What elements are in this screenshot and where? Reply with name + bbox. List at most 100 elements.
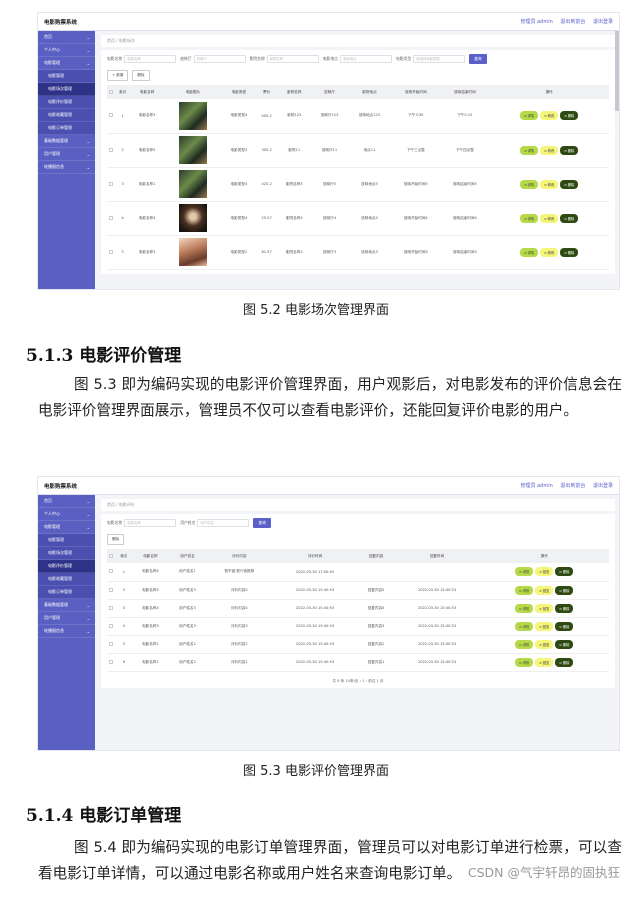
add-button[interactable]: + 新增 <box>107 70 129 81</box>
edit-button[interactable]: ⊙ 回复 <box>535 585 554 595</box>
view-button[interactable]: ⊙ 详情 <box>520 179 539 189</box>
search-button[interactable]: 查询 <box>469 54 487 64</box>
edit-button[interactable]: ⊙ 回复 <box>535 639 554 649</box>
checkbox[interactable] <box>109 569 114 574</box>
sidebar-item[interactable]: 电影管理 ⌄ <box>38 57 95 70</box>
sidebar-item[interactable]: 电影订单管理 <box>38 122 95 135</box>
sidebar-item[interactable]: 轮播图信息 ⌄ <box>38 625 95 638</box>
sidebar-item[interactable]: 电影评价管理 <box>38 96 95 109</box>
logout-link[interactable]: 退出登录 <box>593 19 613 25</box>
checkbox[interactable] <box>109 113 114 118</box>
view-button[interactable]: ⊙ 详情 <box>520 145 539 155</box>
scrollbar[interactable] <box>615 31 619 111</box>
delete-button[interactable]: ⊙ 删除 <box>560 213 579 223</box>
delete-button[interactable]: ⊙ 删除 <box>555 603 574 613</box>
table-cell: 2022-03-30 15:40:53 <box>272 581 358 600</box>
delete-button[interactable]: ⊙ 删除 <box>560 179 579 189</box>
checkbox[interactable] <box>109 249 114 254</box>
delete-button[interactable]: ⊙ 删除 <box>560 111 579 121</box>
table-cell: 3 <box>115 167 130 202</box>
checkbox[interactable] <box>109 147 114 152</box>
sidebar-item[interactable]: 电影评价管理 <box>38 560 95 573</box>
filter-input[interactable]: 用户姓名 <box>197 519 250 527</box>
checkbox[interactable] <box>109 587 114 592</box>
delete-button[interactable]: 删除 <box>107 534 125 545</box>
filter-input[interactable]: 电影名称 <box>124 55 177 63</box>
sidebar-item[interactable]: 电影收藏管理 <box>38 109 95 122</box>
filter-input[interactable]: 电影名称 <box>124 519 177 527</box>
checkbox[interactable] <box>109 623 114 628</box>
edit-button[interactable]: ⊙ 回复 <box>535 603 554 613</box>
sidebar-item[interactable]: 电影管理 <box>38 534 95 547</box>
view-button[interactable]: ⊙ 详情 <box>520 111 539 121</box>
sidebar-item[interactable]: 电影管理 <box>38 70 95 83</box>
sidebar-item[interactable]: 基础数据管理 ⌄ <box>38 599 95 612</box>
delete-button[interactable]: ⊙ 删除 <box>560 247 579 257</box>
table-cell: 电影名称4 <box>131 599 169 618</box>
sidebar-item[interactable]: 电影管理 ⌄ <box>38 521 95 534</box>
sidebar-item[interactable]: 个人中心 ⌄ <box>38 44 95 57</box>
chevron-down-icon: ⌄ <box>86 47 90 53</box>
sidebar-item[interactable]: 电影场次管理 <box>38 83 95 96</box>
delete-button[interactable]: ⊙ 删除 <box>555 585 574 595</box>
edit-button[interactable]: ⊙ 修改 <box>540 179 559 189</box>
sidebar-item[interactable]: 用户管理 ⌄ <box>38 612 95 625</box>
view-button[interactable]: ⊙ 详情 <box>515 585 534 595</box>
sidebar-item[interactable]: 基础数据管理 ⌄ <box>38 135 95 148</box>
delete-button[interactable]: ⊙ 删除 <box>555 639 574 649</box>
view-button[interactable]: ⊙ 详情 <box>515 657 534 667</box>
view-button[interactable]: ⊙ 详情 <box>520 213 539 223</box>
filter-label: 电影类型 <box>395 56 412 61</box>
front-link[interactable]: 退出到前台 <box>560 483 585 489</box>
checkbox[interactable] <box>109 215 114 220</box>
sidebar: 首页 ⌄ 个人中心 ⌄ 电影管理 ⌄ 电影管理 电影场次管理 电影评价管理 电影收藏管理 电影订单管… <box>38 495 95 750</box>
front-link[interactable]: 退出到前台 <box>560 19 585 25</box>
delete-button[interactable]: ⊙ 删除 <box>560 145 579 155</box>
sidebar-item[interactable]: 电影收藏管理 <box>38 573 95 586</box>
delete-button[interactable]: ⊙ 删除 <box>555 567 574 577</box>
delete-button[interactable]: ⊙ 删除 <box>555 621 574 631</box>
checkbox[interactable] <box>109 89 114 94</box>
edit-button[interactable]: ⊙ 修改 <box>540 247 559 257</box>
edit-button[interactable]: ⊙ 回复 <box>535 567 554 577</box>
select-all-checkbox[interactable] <box>107 549 116 563</box>
delete-button[interactable]: ⊙ 删除 <box>555 657 574 667</box>
checkbox[interactable] <box>109 659 114 664</box>
sidebar-item[interactable]: 首页 ⌄ <box>38 31 95 44</box>
sidebar-item[interactable]: 用户管理 ⌄ <box>38 148 95 161</box>
checkbox[interactable] <box>109 181 114 186</box>
logout-link[interactable]: 退出登录 <box>593 483 613 489</box>
admin-link[interactable]: 管理员 admin <box>521 483 553 489</box>
delete-button[interactable]: 删除 <box>132 70 150 81</box>
checkbox[interactable] <box>109 553 114 558</box>
view-button[interactable]: ⊙ 详情 <box>515 639 534 649</box>
checkbox[interactable] <box>109 605 114 610</box>
movie-poster-image <box>179 204 207 232</box>
edit-button[interactable]: ⊙ 修改 <box>540 145 559 155</box>
sidebar-item[interactable]: 电影订单管理 <box>38 586 95 599</box>
chevron-down-icon: ⌄ <box>86 151 90 157</box>
pagination[interactable]: 共 6 条 10条/页 ‹ 1 › 前往 1 页 <box>107 679 609 684</box>
edit-button[interactable]: ⊙ 修改 <box>540 111 559 121</box>
filter-input[interactable]: 影院名称 <box>266 55 319 63</box>
admin-link[interactable]: 管理员 admin <box>521 19 553 25</box>
sidebar-item[interactable]: 电影场次管理 <box>38 547 95 560</box>
edit-button[interactable]: ⊙ 回复 <box>535 657 554 667</box>
search-button[interactable]: 查询 <box>253 518 271 528</box>
filter-input[interactable]: 放映厅 <box>193 55 246 63</box>
sidebar-item-label: 基础数据管理 <box>44 602 68 607</box>
view-button[interactable]: ⊙ 详情 <box>515 567 534 577</box>
filter-input[interactable]: 请选择电影类型 <box>413 55 466 63</box>
sidebar-item[interactable]: 个人中心 ⌄ <box>38 508 95 521</box>
filter-input[interactable]: 电影地点 <box>339 55 392 63</box>
view-button[interactable]: ⊙ 详情 <box>515 621 534 631</box>
table-cell: 2022-03-30 15:40:53 <box>272 599 358 618</box>
edit-button[interactable]: ⊙ 修改 <box>540 213 559 223</box>
view-button[interactable]: ⊙ 详情 <box>515 603 534 613</box>
select-all-checkbox[interactable] <box>107 85 116 99</box>
sidebar-item[interactable]: 首页 ⌄ <box>38 495 95 508</box>
view-button[interactable]: ⊙ 详情 <box>520 247 539 257</box>
checkbox[interactable] <box>109 641 114 646</box>
sidebar-item[interactable]: 轮播图信息 ⌄ <box>38 161 95 174</box>
edit-button[interactable]: ⊙ 回复 <box>535 621 554 631</box>
